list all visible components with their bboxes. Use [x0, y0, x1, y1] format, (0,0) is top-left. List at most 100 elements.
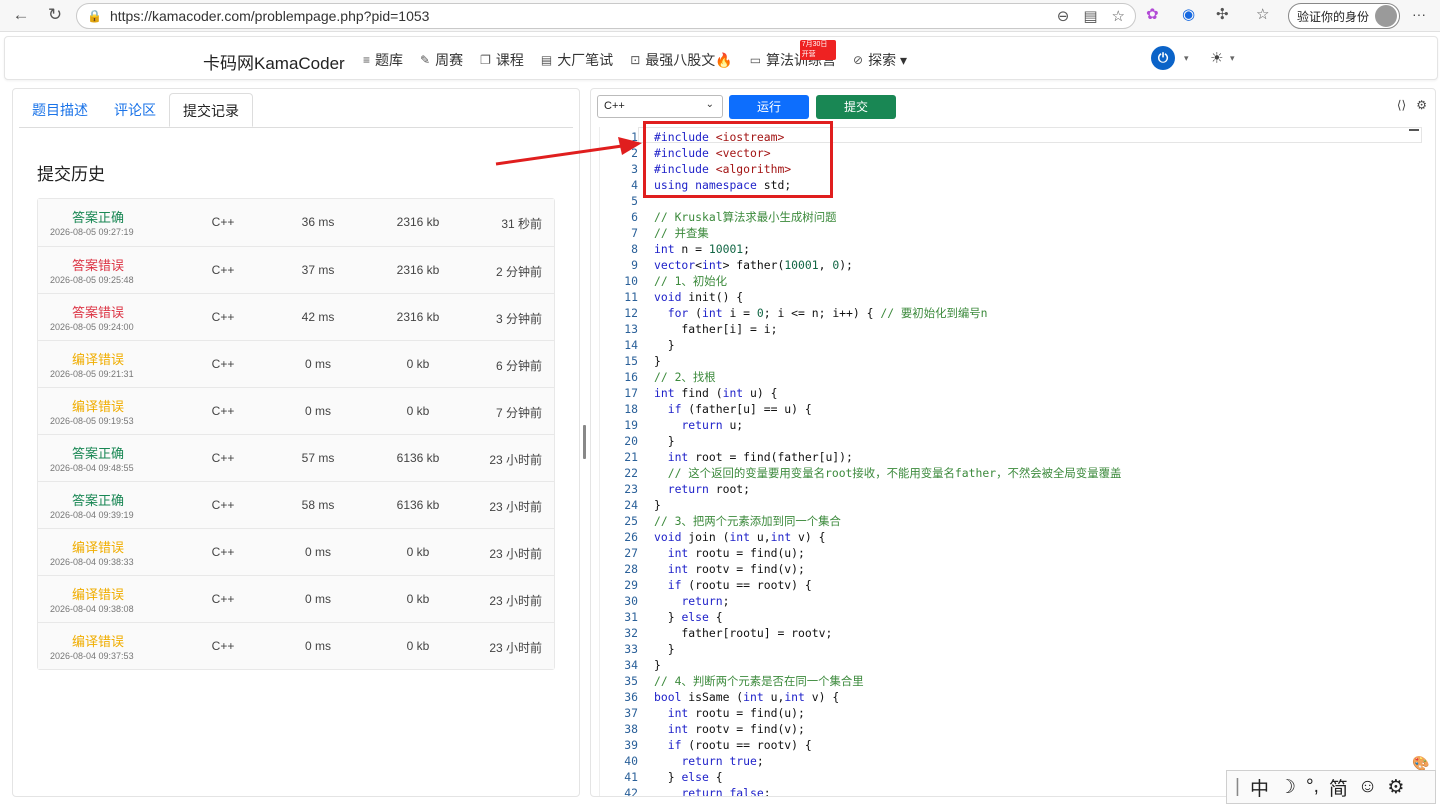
site-info-icon[interactable]: 🔒 [87, 9, 102, 23]
submission-row[interactable]: 答案错误 2026-08-05 09:25:48 C++ 37 ms 2316 kb 2 … [38, 246, 554, 293]
ime-settings-icon[interactable]: ⚙ [1387, 776, 1404, 799]
reload-icon[interactable]: ↻ [40, 5, 70, 25]
submission-row[interactable]: 答案正确 2026-08-05 09:27:19 C++ 36 ms 2316 kb 31… [38, 199, 554, 246]
settings-gear-icon[interactable]: ⚙ [1416, 98, 1427, 112]
code-line[interactable]: } [654, 641, 675, 657]
address-bar[interactable]: 🔒 https://kamacoder.com/problempage.php?… [76, 3, 1136, 29]
submission-status[interactable]: 答案错误 [38, 255, 158, 274]
code-editor[interactable]: 1 2 3 4 5 6 7 8 9 10 11 12 13 14 15 16 17 18 19 20 21 22 23 24 2… [599, 127, 1422, 796]
submission-status[interactable]: 编译错误 [38, 537, 158, 556]
code-line[interactable]: return true; [654, 753, 763, 769]
code-line[interactable]: int rootu = find(u); [654, 545, 805, 561]
submission-row[interactable]: 编译错误 2026-08-04 09:38:08 C++ 0 ms 0 kb 23 小时前 [38, 575, 554, 622]
ime-grip[interactable]: | [1235, 776, 1240, 798]
nav-item[interactable]: ⊡ 最强八股文🔥 [630, 50, 733, 70]
code-line[interactable]: // 4、判断两个元素是否在同一个集合里 [654, 673, 864, 689]
code-line[interactable]: } [654, 353, 661, 369]
nav-item[interactable]: ▭ 算法训练营 7月30日开营 [750, 40, 837, 70]
code-line[interactable]: } [654, 433, 675, 449]
nav-item[interactable]: ❐ 课程 [480, 50, 524, 70]
favorites-icon[interactable]: ☆ [1256, 5, 1269, 23]
back-icon[interactable]: ← [6, 5, 36, 25]
code-line[interactable]: int n = 10001; [654, 241, 750, 257]
code-line[interactable]: // Kruskal算法求最小生成树问题 [654, 209, 836, 225]
nav-item[interactable]: ▤ 大厂笔试 [541, 50, 613, 70]
code-line[interactable]: // 并查集 [654, 225, 709, 241]
profile-button[interactable]: 验证你的身份 [1288, 3, 1400, 29]
code-line[interactable]: int rootu = find(u); [654, 705, 805, 721]
extensions-puzzle-icon[interactable]: ✣ [1216, 5, 1229, 23]
code-line[interactable]: // 1、初始化 [654, 273, 727, 289]
reader-icon[interactable]: ▤ [1083, 7, 1097, 25]
code-line[interactable]: for (int i = 0; i <= n; i++) { // 要初始化到编… [654, 305, 988, 321]
submission-status[interactable]: 答案错误 [38, 302, 158, 321]
submission-row[interactable]: 编译错误 2026-08-04 09:38:33 C++ 0 ms 0 kb 23 小时前 [38, 528, 554, 575]
ime-simplified-toggle[interactable]: 简 [1329, 774, 1348, 801]
extension-icon[interactable]: ◉ [1182, 5, 1195, 23]
site-brand[interactable]: 卡码网KamaCoder [203, 49, 345, 74]
code-line[interactable]: } [654, 337, 675, 353]
code-line[interactable]: return root; [654, 481, 750, 497]
code-line[interactable]: if (father[u] == u) { [654, 401, 812, 417]
submission-status[interactable]: 编译错误 [38, 396, 158, 415]
chevron-down-icon[interactable]: ▾ [1184, 53, 1189, 64]
code-line[interactable]: int rootv = find(v); [654, 721, 805, 737]
power-icon[interactable]: ⏻ [1151, 46, 1175, 70]
theme-toggle-icon[interactable]: ☀ [1210, 49, 1223, 67]
code-line[interactable]: int root = find(father[u]); [654, 449, 853, 465]
code-line[interactable]: // 2、找根 [654, 369, 716, 385]
code-line[interactable]: vector<int> father(10001, 0); [654, 257, 853, 273]
submission-row[interactable]: 答案正确 2026-08-04 09:48:55 C++ 57 ms 6136 kb 23… [38, 434, 554, 481]
code-line[interactable]: return u; [654, 417, 743, 433]
ime-emoji-icon[interactable]: ☺ [1358, 776, 1377, 798]
code-line[interactable]: } else { [654, 769, 723, 785]
panel-resize-handle[interactable] [583, 425, 586, 459]
submission-row[interactable]: 答案正确 2026-08-04 09:39:19 C++ 58 ms 6136 kb 23… [38, 481, 554, 528]
more-menu-icon[interactable]: ··· [1412, 6, 1426, 22]
code-line[interactable]: father[i] = i; [654, 321, 777, 337]
nav-item[interactable]: ≡ 题库 [363, 50, 403, 70]
tab-submissions[interactable]: 提交记录 [169, 93, 253, 127]
tab-comments[interactable]: 评论区 [101, 93, 169, 127]
code-line[interactable]: void init() { [654, 289, 743, 305]
code-line[interactable]: if (rootu == rootv) { [654, 737, 812, 753]
submission-status[interactable]: 答案正确 [38, 207, 158, 226]
code-line[interactable]: return; [654, 593, 729, 609]
url-text[interactable]: https://kamacoder.com/problempage.php?pi… [110, 8, 430, 24]
submission-status[interactable]: 编译错误 [38, 584, 158, 603]
copilot-icon[interactable]: ✿ [1146, 5, 1159, 23]
ime-punctuation-icon[interactable]: °, [1306, 776, 1319, 798]
favorite-star-icon[interactable]: ☆ [1112, 7, 1125, 25]
code-line[interactable]: bool isSame (int u,int v) { [654, 689, 839, 705]
submit-button[interactable]: 提交 [816, 95, 896, 119]
submission-status[interactable]: 答案正确 [38, 490, 158, 509]
run-button[interactable]: 运行 [729, 95, 809, 119]
code-line[interactable]: int rootv = find(v); [654, 561, 805, 577]
submission-status[interactable]: 编译错误 [38, 349, 158, 368]
language-select[interactable]: C++ ⌄ [597, 95, 723, 118]
ime-chinese-mode[interactable]: 中 [1250, 774, 1269, 801]
code-line[interactable]: void join (int u,int v) { [654, 529, 825, 545]
code-line[interactable]: if (rootu == rootv) { [654, 577, 812, 593]
code-line[interactable]: int find (int u) { [654, 385, 777, 401]
code-line[interactable]: } [654, 497, 661, 513]
submission-status[interactable]: 编译错误 [38, 631, 158, 650]
code-line[interactable]: } else { [654, 609, 723, 625]
nav-item[interactable]: ✎ 周赛 [420, 50, 463, 70]
code-line[interactable]: // 这个返回的变量要用变量名root接收，不能用变量名father，不然会被全… [654, 465, 1122, 481]
submission-row[interactable]: 答案错误 2026-08-05 09:24:00 C++ 42 ms 2316 kb 3 … [38, 293, 554, 340]
submission-status[interactable]: 答案正确 [38, 443, 158, 462]
submission-row[interactable]: 编译错误 2026-08-05 09:21:31 C++ 0 ms 0 kb 6 分钟前 [38, 340, 554, 387]
code-line[interactable]: // 3、把两个元素添加到同一个集合 [654, 513, 841, 529]
ime-moon-icon[interactable]: ☽ [1279, 776, 1296, 799]
code-line[interactable]: return false; [654, 785, 770, 796]
tab-description[interactable]: 题目描述 [19, 93, 101, 127]
submission-row[interactable]: 编译错误 2026-08-05 09:19:53 C++ 0 ms 0 kb 7 分钟前 [38, 387, 554, 434]
submission-row[interactable]: 编译错误 2026-08-04 09:37:53 C++ 0 ms 0 kb 23 小时前 [38, 622, 554, 669]
chevron-down-icon[interactable]: ▾ [1230, 53, 1235, 64]
zoom-icon[interactable]: ⊖ [1057, 7, 1070, 25]
code-line[interactable]: father[rootu] = rootv; [654, 625, 832, 641]
code-format-icon[interactable]: ⟨⟩ [1397, 98, 1406, 112]
nav-item[interactable]: ⊘ 探索 ▾ [853, 50, 907, 70]
code-line[interactable]: } [654, 657, 661, 673]
